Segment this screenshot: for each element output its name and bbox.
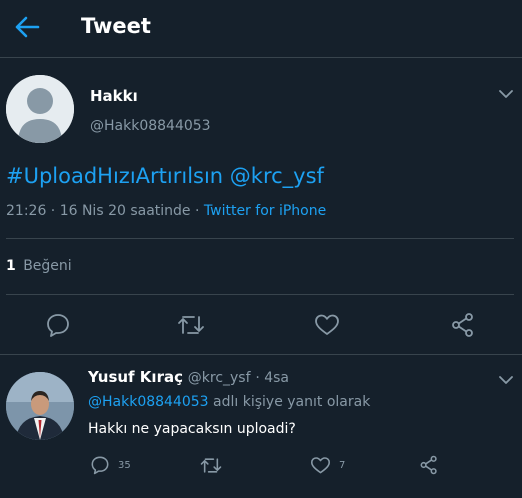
author-avatar[interactable]	[6, 75, 74, 143]
default-avatar-icon	[6, 75, 74, 143]
reply-like-button[interactable]: 7	[310, 453, 345, 477]
share-icon	[420, 455, 437, 475]
likes-summary[interactable]: 1 Beğeni	[6, 258, 72, 274]
reply-text[interactable]: Hakkı ne yapacaksın uploadi?	[88, 421, 296, 437]
tweet-meta: 21:26 · 16 Nis 20 saatinde · Twitter for…	[6, 203, 326, 219]
like-button[interactable]	[312, 310, 342, 340]
tweet-source-link[interactable]: Twitter for iPhone	[204, 203, 326, 219]
reply-header: Yusuf Kıraç @krc_ysf · 4sa	[88, 368, 289, 386]
reply-author-avatar[interactable]	[6, 372, 74, 440]
like-label: Beğeni	[23, 258, 72, 274]
like-icon	[310, 456, 330, 473]
reply-context-text: adlı kişiye yanıt olarak	[213, 394, 371, 410]
reply-share-button[interactable]	[419, 453, 439, 477]
header-bar: Tweet	[0, 0, 522, 58]
tweet-timestamp: 21:26 · 16 Nis 20 saatinde ·	[6, 203, 200, 219]
tweet-menu-button[interactable]	[496, 84, 516, 104]
divider	[0, 354, 522, 355]
author-name[interactable]: Hakkı	[90, 87, 138, 105]
chevron-down-icon	[499, 90, 513, 98]
share-button[interactable]	[448, 310, 478, 340]
reply-icon	[47, 314, 69, 337]
retweet-icon	[200, 457, 222, 473]
divider	[6, 294, 514, 295]
reply-context: @Hakk08844053 adlı kişiye yanıt olarak	[88, 394, 370, 410]
share-icon	[452, 313, 473, 337]
reply-button[interactable]	[43, 310, 73, 340]
reply-author-handle[interactable]: @krc_ysf	[188, 370, 251, 386]
reply-mention-link[interactable]: @Hakk08844053	[88, 394, 209, 410]
divider	[6, 238, 514, 239]
reply-time: · 4sa	[255, 370, 289, 386]
reply-like-count: 7	[339, 459, 346, 471]
arrow-left-icon	[15, 16, 40, 38]
reply-count: 35	[118, 459, 131, 471]
like-count: 1	[6, 258, 16, 274]
profile-photo-icon	[6, 372, 74, 440]
reply-author-name[interactable]: Yusuf Kıraç	[88, 368, 183, 386]
back-button[interactable]	[12, 12, 42, 42]
retweet-icon	[178, 316, 204, 334]
page-title: Tweet	[81, 14, 151, 38]
chevron-down-icon	[499, 376, 513, 384]
like-icon	[315, 314, 339, 335]
reply-icon	[91, 456, 109, 475]
reply-retweet-button[interactable]	[199, 453, 223, 477]
reply-reply-button[interactable]: 35	[90, 453, 131, 477]
author-handle[interactable]: @Hakk08844053	[90, 118, 211, 134]
tweet-text[interactable]: #UploadHızıArtırılsın @krc_ysf	[6, 164, 324, 188]
reply-menu-button[interactable]	[496, 370, 516, 390]
retweet-button[interactable]	[176, 310, 206, 340]
tweet-detail-screen: Tweet Hakkı @Hakk08844053 #UploadHızıArt…	[0, 0, 522, 498]
